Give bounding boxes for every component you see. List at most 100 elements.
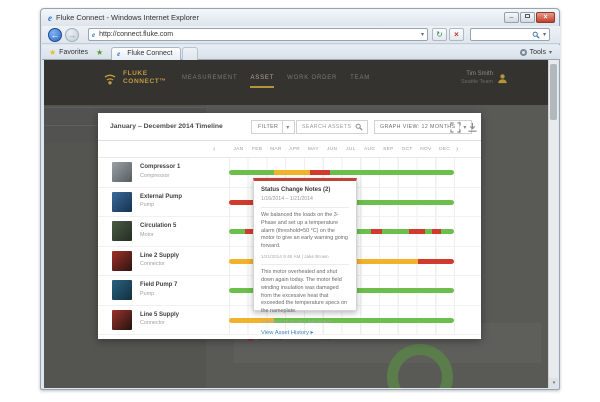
tools-dropdown-icon: ▾ — [549, 49, 552, 56]
asset-type: Connector — [140, 261, 179, 267]
close-button[interactable]: × — [536, 12, 555, 23]
asset-type: Compressor — [140, 173, 180, 179]
note-meta: 1/21/2014 9:46 AM | Jake Brown — [261, 254, 349, 259]
view-asset-history-link[interactable]: View Asset History ▸ — [261, 330, 349, 336]
browser-navbar: ← → e http://connect.fluke.com ▾ ↻ × ▾ — [42, 26, 560, 44]
asset-thumbnail — [112, 310, 132, 330]
asset-type: Pump — [140, 291, 177, 297]
asset-info: Line 2 Supply Connector — [140, 253, 179, 268]
user-name: Tim Smith — [461, 71, 493, 77]
browser-tab[interactable]: e Fluke Connect — [111, 47, 181, 60]
asset-info: Line 5 Supply Connector — [140, 312, 179, 327]
status-segment-red — [229, 200, 254, 205]
status-segment-green — [441, 229, 455, 234]
filter-label: FILTER — [258, 124, 278, 130]
back-button[interactable]: ← — [48, 28, 62, 42]
asset-name: Line 2 Supply — [140, 253, 179, 259]
asset-thumbnail — [112, 221, 132, 241]
logo-text-top: FLUKE — [123, 70, 166, 78]
prev-months-icon[interactable]: ‹ — [213, 141, 215, 158]
address-bar[interactable]: e http://connect.fluke.com ▾ — [88, 28, 428, 41]
status-segment-red — [432, 229, 441, 234]
user-icon[interactable] — [497, 73, 508, 84]
filter-button[interactable]: FILTER ▾ — [251, 120, 295, 134]
month-label: JAN — [229, 141, 248, 158]
note-meta: 1/16/2014 10:04 AM | Jake Brown — [261, 319, 349, 324]
status-segment-red — [409, 229, 425, 234]
new-tab-stub[interactable] — [182, 47, 198, 60]
status-segment-green — [229, 170, 274, 175]
title-bar[interactable]: e Fluke Connect - Windows Internet Explo… — [41, 9, 559, 26]
nav-item-asset[interactable]: ASSET — [250, 75, 274, 88]
next-months-icon[interactable]: › — [456, 141, 458, 158]
month-label: FEB — [248, 141, 267, 158]
month-label: APR — [285, 141, 304, 158]
note-text: We balanced the loads on the 3-Phase and… — [261, 212, 349, 251]
page-scrollbar[interactable]: ▾ — [548, 60, 558, 388]
month-axis: ‹ JANFEBMARAPRMAYJUNJULAUGSEPOCTNOVDEC › — [98, 141, 481, 158]
status-timeline-bar[interactable] — [229, 170, 454, 175]
asset-type: Connector — [140, 320, 179, 326]
status-note: We balanced the loads on the 3-Phase and… — [261, 207, 349, 259]
asset-info: Circulation 5 Motor — [140, 223, 176, 238]
scroll-down-button[interactable]: ▾ — [549, 378, 558, 388]
tools-label: Tools — [530, 49, 546, 56]
filter-dropdown-icon: ▾ — [286, 124, 289, 131]
modal-title: January – December 2014 Timeline — [110, 123, 223, 130]
link-arrow-icon: ▸ — [311, 330, 314, 336]
asset-search-icon — [355, 123, 363, 131]
asset-name: External Pump — [140, 194, 182, 200]
asset-type: Motor — [140, 232, 176, 238]
status-segment-green — [229, 229, 245, 234]
favorites-button[interactable]: Favorites — [59, 49, 88, 56]
status-segment-red — [418, 259, 454, 264]
asset-name: Compressor 1 — [140, 164, 180, 170]
download-icon[interactable] — [467, 122, 478, 133]
app-header: FLUKE CONNECT™ MEASUREMENT ASSET WORK ORDE… — [44, 60, 548, 105]
refresh-button[interactable]: ↻ — [432, 28, 447, 41]
favorites-star-icon[interactable]: ★ — [49, 48, 56, 57]
divider — [282, 120, 283, 134]
status-segment-green — [382, 229, 409, 234]
app-nav: MEASUREMENT ASSET WORK ORDER TEAM — [182, 75, 370, 88]
maximize-icon — [525, 14, 530, 18]
search-dropdown-icon[interactable]: ▾ — [543, 31, 546, 38]
search-placeholder: SEARCH ASSETS — [302, 124, 351, 130]
month-label: MAR — [267, 141, 286, 158]
asset-info: Compressor 1 Compressor — [140, 164, 180, 179]
asset-name: Circulation 5 — [140, 223, 176, 229]
address-dropdown-icon[interactable]: ▾ — [421, 31, 424, 38]
stop-button[interactable]: × — [449, 28, 464, 41]
graph-view-label: GRAPH VIEW: 12 MONTHS — [380, 124, 455, 130]
tab-label: Fluke Connect — [127, 50, 172, 57]
month-label: DEC — [435, 141, 454, 158]
asset-search-input[interactable]: SEARCH ASSETS — [296, 120, 368, 134]
asset-name: Line 5 Supply — [140, 312, 179, 318]
browser-search-box[interactable]: ▾ — [470, 28, 550, 41]
asset-thumbnail — [112, 280, 132, 300]
minimize-button[interactable]: – — [504, 12, 519, 23]
wifi-logo-icon — [102, 71, 118, 86]
asset-thumbnail — [112, 251, 132, 271]
month-label: OCT — [398, 141, 417, 158]
status-segment-green — [425, 229, 432, 234]
nav-item-team[interactable]: TEAM — [350, 75, 370, 88]
status-segment-red — [310, 170, 330, 175]
tab-favicon-icon: e — [117, 50, 120, 58]
forward-button[interactable]: → — [65, 28, 79, 42]
popup-date-range: 1/16/2014 – 1/21/2014 — [261, 196, 349, 202]
nav-item-work-order[interactable]: WORK ORDER — [287, 75, 337, 88]
add-favorite-icon[interactable]: ★ — [96, 48, 103, 57]
tools-menu[interactable]: Tools ▾ — [520, 49, 560, 56]
asset-name: Field Pump 7 — [140, 282, 177, 288]
maximize-button[interactable] — [520, 12, 535, 23]
scrollbar-thumb[interactable] — [550, 64, 557, 120]
search-icon — [532, 31, 540, 39]
url-text: http://connect.fluke.com — [99, 31, 421, 38]
browser-window: e Fluke Connect - Windows Internet Explo… — [40, 8, 560, 390]
nav-item-measurement[interactable]: MEASUREMENT — [182, 75, 237, 88]
user-block[interactable]: Tim Smith Seattle Team — [461, 71, 493, 85]
expand-icon[interactable] — [450, 122, 461, 133]
logo-text-bottom: CONNECT™ — [123, 78, 166, 86]
view-asset-history-label: View Asset History — [261, 330, 309, 336]
